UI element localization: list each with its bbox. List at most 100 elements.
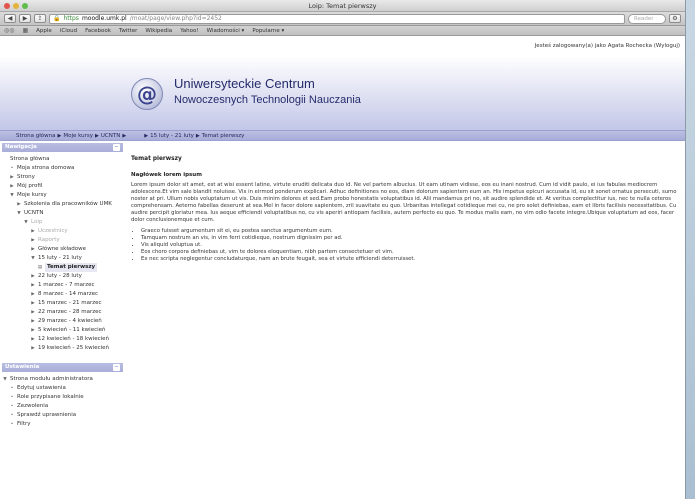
tree-item-label: UCNTN: [24, 210, 44, 216]
back-button[interactable]: ◀: [4, 14, 16, 23]
expand-icon: ▶: [31, 310, 35, 315]
page-content: Jesteś zalogowany(a) jako Agata Rochecka…: [0, 38, 685, 499]
page-title: Temat pierwszy: [131, 156, 182, 162]
expand-icon: ▶: [17, 202, 21, 207]
reading-list-icon[interactable]: ◎◎: [4, 27, 14, 34]
tree-item[interactable]: ▼ Moje kursy: [2, 191, 123, 200]
tree-item[interactable]: ▶ 22 luty - 28 luty: [2, 272, 123, 281]
tree-item-label: Filtry: [17, 421, 31, 427]
expand-icon: ▶: [31, 328, 35, 333]
tree-item-label: Moja strona domowa: [17, 165, 75, 171]
collapse-arrow-icon: ▼: [24, 220, 28, 225]
tree-item[interactable]: ▶ 19 kwiecień - 25 kwiecień: [2, 344, 123, 353]
window-title: Loip: Temat pierwszy: [308, 2, 377, 10]
share-button[interactable]: ⇪: [34, 14, 46, 23]
content-heading: Nagłówek lorem ipsum: [131, 172, 202, 178]
tree-item-label: Sprawdź uprawnienia: [17, 412, 77, 418]
breadcrumb-link[interactable]: Strona główna: [16, 133, 56, 139]
bookmark-item[interactable]: Facebook: [85, 28, 111, 34]
breadcrumb-link[interactable]: 15 luty - 21 luty: [150, 133, 194, 139]
lock-icon: 🔒: [53, 14, 61, 22]
bullet-icon: •: [10, 386, 14, 391]
title-bar: Loip: Temat pierwszy: [0, 0, 685, 12]
tree-item[interactable]: ▼ UCNTN: [2, 209, 123, 218]
tree-item[interactable]: ▤ Temat pierwszy: [2, 263, 123, 272]
sidebar: Nawigacja − Strona główna • Moja strona do…: [0, 141, 123, 433]
tree-item[interactable]: ▶ Szkolenia dla pracowników UMK: [2, 200, 123, 209]
breadcrumb-separator-icon: ▶: [144, 132, 149, 139]
tree-item[interactable]: ▼ Strona modułu administratora: [2, 375, 123, 384]
login-info[interactable]: Jesteś zalogowany(a) jako Agata Rochecka…: [535, 43, 680, 49]
expand-icon: ▶: [31, 301, 35, 306]
expand-icon: ▶: [31, 283, 35, 288]
tree-item[interactable]: ▶ 8 marzec - 14 marzec: [2, 290, 123, 299]
bookmark-item[interactable]: Popularne ▾: [252, 28, 284, 34]
bookmark-item[interactable]: Apple: [36, 28, 52, 34]
expand-icon: ▶: [31, 238, 35, 243]
tree-item[interactable]: ▶ 12 kwiecień - 18 kwiecień: [2, 335, 123, 344]
bullet-icon: •: [10, 404, 14, 409]
expand-icon: ▶: [31, 337, 35, 342]
content-paragraph: Lorem ipsum dolor sit amet, est at wisi …: [131, 182, 677, 223]
tree-item-label: 19 kwiecień - 25 kwiecień: [38, 345, 110, 351]
zoom-window-button[interactable]: [22, 3, 28, 9]
tree-item-label: Zezwolenia: [17, 403, 49, 409]
tree-item-label: Strony: [17, 174, 35, 180]
breadcrumb-current: Temat pierwszy: [201, 132, 245, 139]
minimize-window-button[interactable]: [13, 3, 19, 9]
browser-window: Loip: Temat pierwszy ◀ ▶ ⇪ 🔒 https moodl…: [0, 0, 686, 499]
tree-item-label: Uczestnicy: [38, 228, 68, 234]
breadcrumb-link[interactable]: UCNTN: [101, 133, 120, 139]
tree-item[interactable]: ▶ 15 marzec - 21 marzec: [2, 299, 123, 308]
tree-item[interactable]: ▶ 1 marzec - 7 marzec: [2, 281, 123, 290]
tree-item[interactable]: • Filtry: [2, 420, 123, 429]
tree-item[interactable]: • Role przypisane lokalnie: [2, 393, 123, 402]
tree-item-label: 15 luty - 21 luty: [38, 255, 82, 261]
tree-item-label: Loip: [31, 219, 43, 225]
bookmark-item[interactable]: Wiadomości ▾: [207, 28, 245, 34]
tree-item[interactable]: ▶ 5 kwiecień - 11 kwiecień: [2, 326, 123, 335]
tree-item[interactable]: Strona główna: [2, 155, 123, 164]
tree-item[interactable]: ▶ 22 marzec - 28 marzec: [2, 308, 123, 317]
top-sites-icon[interactable]: ▦: [22, 27, 28, 34]
breadcrumb-separator-icon: ▶: [195, 132, 200, 139]
tree-item[interactable]: • Zezwolenia: [2, 402, 123, 411]
tree-item[interactable]: ▶ 29 marzec - 4 kwiecień: [2, 317, 123, 326]
content-bullet-list: Graeco fuisset argumentum sit ei, eu pos…: [131, 228, 678, 263]
tree-item[interactable]: • Moja strona domowa: [2, 164, 123, 173]
expand-icon: ▶: [31, 229, 35, 234]
tree-item[interactable]: ▶ Raporty: [2, 236, 123, 245]
bullet-icon: •: [10, 395, 14, 400]
url-path: /moat/page/view.php?id=2452: [129, 14, 222, 22]
collapse-icon[interactable]: −: [113, 144, 120, 151]
expand-icon: ▶: [31, 346, 35, 351]
bookmark-item[interactable]: Twitter: [119, 28, 137, 34]
collapse-icon[interactable]: −: [113, 364, 120, 371]
tree-item[interactable]: ▶ Uczestnicy: [2, 227, 123, 236]
navigation-block-header: Nawigacja −: [2, 143, 123, 152]
tree-item-label: Raporty: [38, 237, 60, 243]
extensions-button[interactable]: ⚙: [669, 14, 681, 23]
tree-item-label: Szkolenia dla pracowników UMK: [24, 201, 112, 207]
address-bar[interactable]: 🔒 https moodle.umk.pl/moat/page/view.php…: [49, 13, 625, 24]
tree-item[interactable]: • Sprawdź uprawnienia: [2, 411, 123, 420]
bullet-icon: •: [10, 413, 14, 418]
expand-icon: ▶: [31, 319, 35, 324]
bookmark-item[interactable]: iCloud: [60, 28, 77, 34]
list-item: Ex nec scripta neglegentur concludaturqu…: [141, 256, 678, 263]
site-logo: @: [131, 78, 163, 110]
tree-item[interactable]: ▼ Loip: [2, 218, 123, 227]
tree-item[interactable]: ▼ 15 luty - 21 luty: [2, 254, 123, 263]
page-icon: ▤: [37, 265, 43, 270]
tree-item[interactable]: ▶ Główne składowe: [2, 245, 123, 254]
tree-item[interactable]: ▶ Mój profil: [2, 182, 123, 191]
tree-item[interactable]: ▶ Strony: [2, 173, 123, 182]
reader-button[interactable]: Reader: [628, 13, 666, 24]
bookmark-item[interactable]: Yahoo!: [180, 28, 198, 34]
forward-button[interactable]: ▶: [19, 14, 31, 23]
breadcrumb-link[interactable]: Moje kursy: [63, 133, 93, 139]
tree-item[interactable]: • Edytuj ustawienia: [2, 384, 123, 393]
bookmark-item[interactable]: Wikipedia: [145, 28, 172, 34]
site-title-line2: Nowoczesnych Technologii Nauczania: [174, 94, 361, 106]
close-window-button[interactable]: [4, 3, 10, 9]
